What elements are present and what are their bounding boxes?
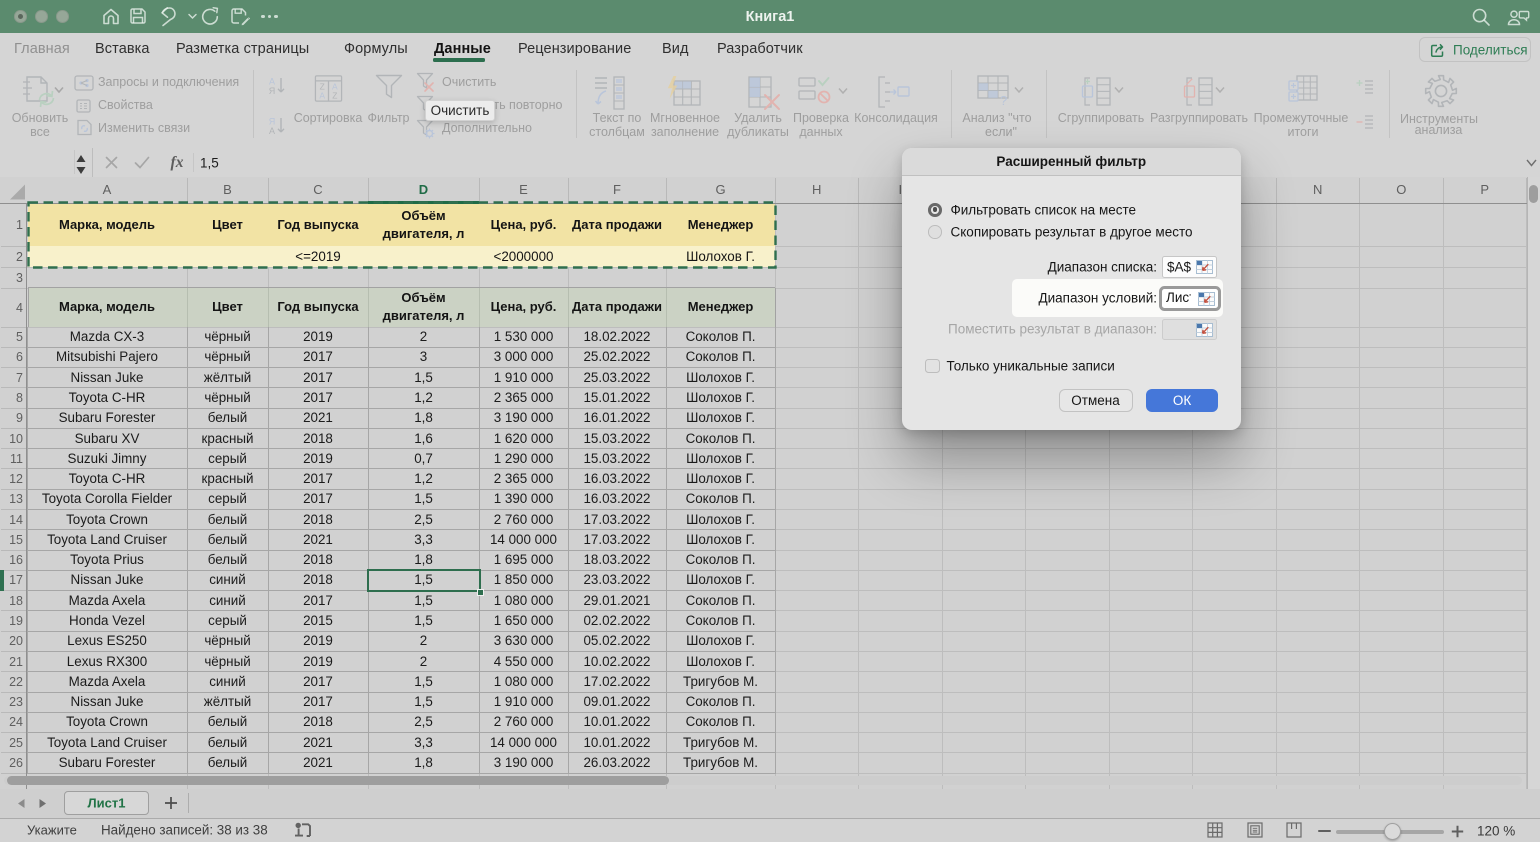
svg-text:А: А <box>269 126 275 136</box>
svg-text:?: ? <box>1000 93 1007 108</box>
svg-text:Я: Я <box>269 86 276 96</box>
svg-text:Z: Z <box>332 90 337 100</box>
svg-text:А: А <box>269 77 275 87</box>
svg-text:Я: Я <box>269 117 276 127</box>
svg-text:А: А <box>319 90 325 100</box>
